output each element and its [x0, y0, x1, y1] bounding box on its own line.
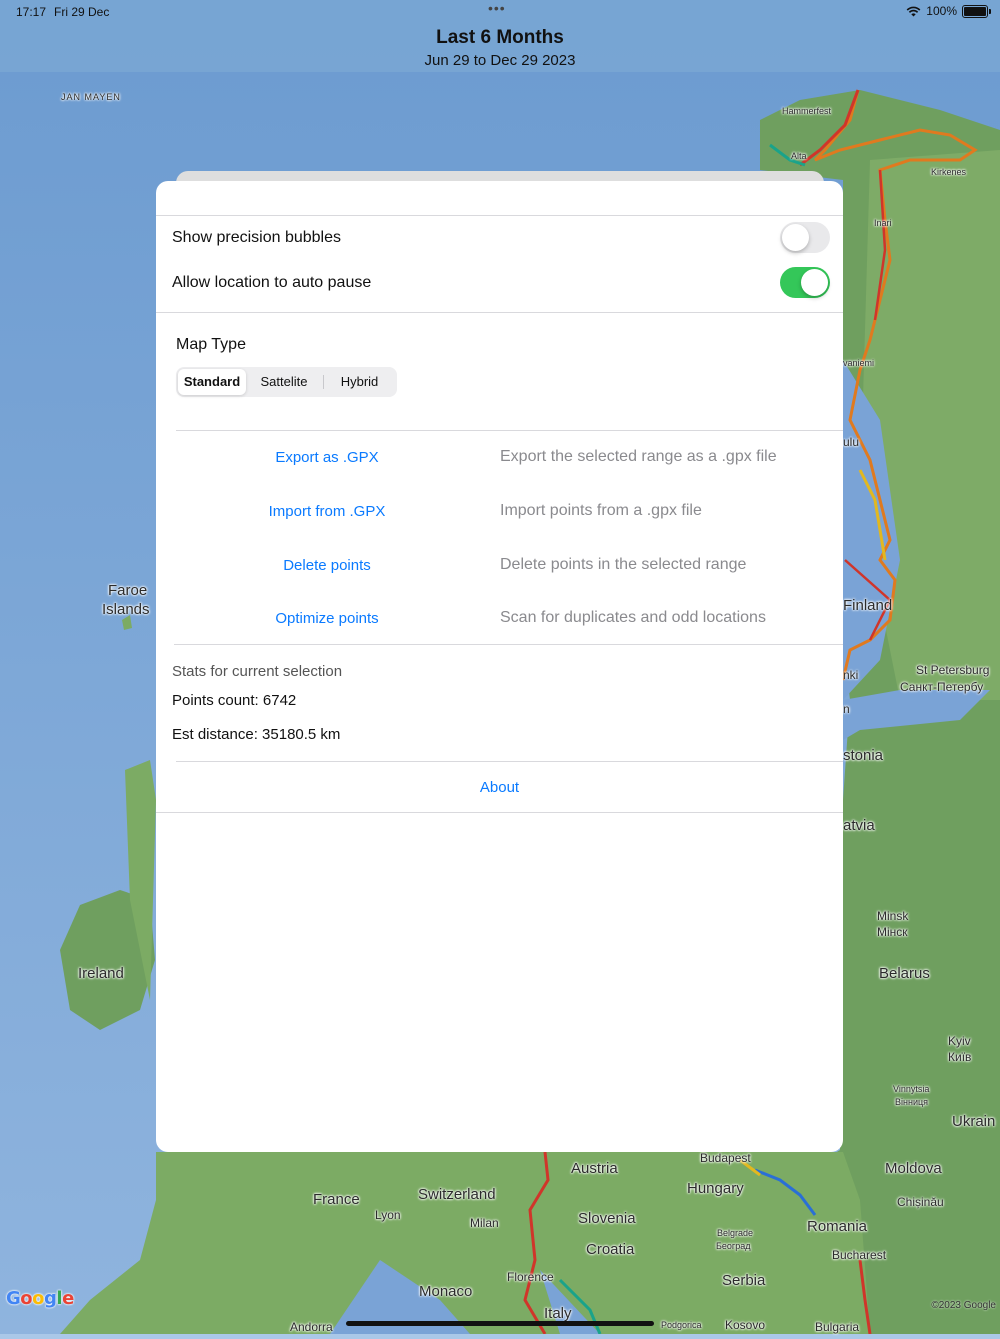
- segment-hybrid[interactable]: Hybrid: [324, 369, 395, 395]
- map-label-belgrade-sr: Београд: [716, 1241, 751, 1251]
- map-label-n: n: [843, 702, 850, 716]
- map-label-bucharest: Bucharest: [832, 1248, 887, 1262]
- map-label-estonia: stonia: [843, 747, 884, 764]
- map-label-hammerfest: Hammerfest: [782, 106, 832, 116]
- export-gpx-button[interactable]: Export as .GPX: [156, 449, 498, 466]
- segment-standard[interactable]: Standard: [178, 369, 246, 395]
- stats-title: Stats for current selection: [172, 663, 343, 680]
- divider: [174, 644, 843, 645]
- map-label-vinnytsia: Vinnytsia: [893, 1084, 930, 1094]
- google-logo: Google: [6, 1288, 74, 1309]
- settings-sheet: Show precision bubbles Allow location to…: [156, 181, 843, 1152]
- map-label-inari: Inari: [874, 218, 892, 228]
- map-label-kyiv-ua: Київ: [948, 1050, 972, 1064]
- page-title[interactable]: Last 6 Months: [0, 27, 1000, 49]
- map-type-segmented-control: Standard Sattelite Hybrid: [176, 367, 397, 397]
- multitasking-dots-icon[interactable]: •••: [488, 0, 506, 16]
- map-label-france: France: [313, 1191, 360, 1208]
- home-indicator[interactable]: [346, 1321, 654, 1326]
- map-label-kosovo: Kosovo: [725, 1318, 766, 1332]
- status-bar: 17:17 Fri 29 Dec ••• 100%: [0, 0, 1000, 24]
- divider: [156, 812, 843, 813]
- battery-percent: 100%: [926, 4, 957, 18]
- map-label-oulu: ulu: [843, 435, 860, 449]
- segment-satellite[interactable]: Sattelite: [248, 369, 320, 395]
- map-label-italy: Italy: [544, 1305, 572, 1322]
- optimize-points-button[interactable]: Optimize points: [156, 610, 498, 627]
- wifi-icon: [906, 6, 921, 16]
- map-label-finland: Finland: [843, 597, 893, 614]
- map-label-helsinki: nki: [843, 668, 859, 682]
- status-right: 100%: [906, 4, 991, 18]
- map-type-title: Map Type: [176, 336, 246, 353]
- divider: [156, 215, 843, 216]
- map-label-chisinau: Chișinău: [897, 1195, 944, 1209]
- map-label-minsk: Minsk: [877, 909, 909, 923]
- points-count: Points count: 6742: [172, 692, 297, 709]
- map-label-ireland: Ireland: [78, 965, 124, 982]
- map-label-ukraine: Ukrain: [952, 1113, 996, 1130]
- map-label-hungary: Hungary: [687, 1180, 744, 1197]
- precision-bubbles-toggle[interactable]: [780, 222, 830, 253]
- map-label-serbia: Serbia: [722, 1272, 766, 1289]
- map-label-st-petersburg: St Petersburg: [916, 663, 990, 677]
- map-label-milan: Milan: [470, 1216, 499, 1230]
- map-label-switzerland: Switzerland: [418, 1186, 496, 1203]
- auto-pause-toggle[interactable]: [780, 267, 830, 298]
- status-date: Fri 29 Dec: [54, 5, 110, 19]
- map-label-minsk-ru: Мінск: [877, 925, 908, 939]
- delete-points-button[interactable]: Delete points: [156, 557, 498, 574]
- map-label-monaco: Monaco: [419, 1283, 473, 1300]
- map-label-bulgaria: Bulgaria: [815, 1320, 860, 1334]
- divider: [156, 312, 843, 313]
- map-label-kirkenes: Kirkenes: [931, 167, 967, 177]
- map-label-moldova: Moldova: [885, 1160, 942, 1177]
- map-label-rovaniemi: vaniemi: [843, 358, 875, 368]
- delete-points-description: Delete points in the selected range: [500, 556, 747, 573]
- toggle-knob: [782, 224, 809, 251]
- map-copyright: ©2023 Google: [931, 1300, 996, 1311]
- battery-icon: [962, 4, 991, 18]
- status-time: 17:17: [16, 5, 47, 19]
- est-distance: Est distance: 35180.5 km: [172, 726, 341, 743]
- map-label-belgrade: Belgrade: [717, 1228, 754, 1238]
- import-gpx-button[interactable]: Import from .GPX: [156, 503, 498, 520]
- map-label-slovenia: Slovenia: [578, 1210, 636, 1227]
- map-label-podgorica: Podgorica: [661, 1320, 702, 1330]
- divider: [176, 761, 843, 762]
- map-label-belarus: Belarus: [879, 965, 930, 982]
- map-label-romania: Romania: [807, 1218, 868, 1235]
- map-label-faroe: Faroe: [108, 582, 148, 599]
- map-label-vinnytsia-ua: Вінниця: [895, 1097, 928, 1107]
- map-label-jan-mayen: JAN MAYEN: [61, 92, 121, 102]
- map-label-budapest: Budapest: [700, 1151, 751, 1165]
- map-label-st-petersburg-ru: Санкт-Петербу: [900, 680, 984, 694]
- auto-pause-label: Allow location to auto pause: [172, 274, 372, 291]
- export-gpx-description: Export the selected range as a .gpx file: [500, 448, 777, 465]
- divider: [176, 430, 843, 431]
- map-label-croatia: Croatia: [586, 1241, 635, 1258]
- date-range-subtitle[interactable]: Jun 29 to Dec 29 2023: [0, 52, 1000, 69]
- map-label-islands: Islands: [102, 601, 150, 618]
- map-label-florence: Florence: [507, 1270, 554, 1284]
- map-label-alta: Alta: [791, 151, 807, 161]
- optimize-points-description: Scan for duplicates and odd locations: [500, 609, 766, 626]
- precision-bubbles-label: Show precision bubbles: [172, 229, 341, 246]
- about-button[interactable]: About: [156, 779, 843, 796]
- map-label-kyiv: Kyiv: [948, 1034, 971, 1048]
- map-label-latvia: atvia: [843, 817, 875, 834]
- map-label-andorra: Andorra: [290, 1320, 333, 1334]
- map-label-austria: Austria: [571, 1160, 618, 1177]
- toggle-knob: [801, 269, 828, 296]
- map-label-lyon: Lyon: [375, 1208, 401, 1222]
- import-gpx-description: Import points from a .gpx file: [500, 502, 702, 519]
